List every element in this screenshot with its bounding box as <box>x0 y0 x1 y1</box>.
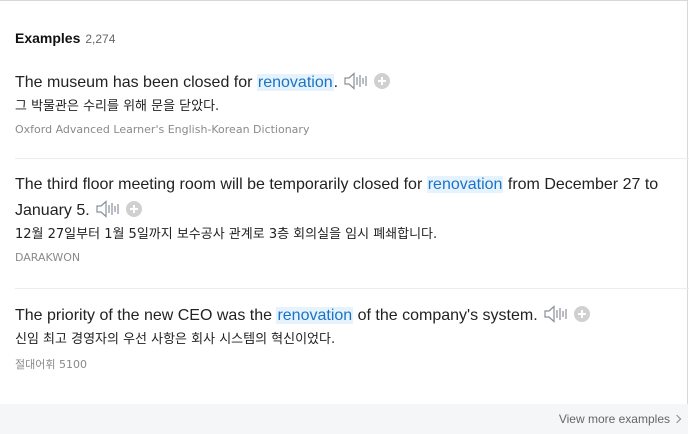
sentence-text-before: The third floor meeting room will be tem… <box>15 176 427 193</box>
speaker-sound-icon[interactable] <box>96 199 120 218</box>
example-translation: 신임 최고 경영자의 우선 사항은 회사 시스템의 혁신이었다. <box>15 332 336 347</box>
example-sentence: The museum has been closed for renovatio… <box>15 70 680 96</box>
examples-title: Examples <box>15 30 81 46</box>
keyword-highlight[interactable]: renovation <box>256 74 334 91</box>
example-item: The museum has been closed for renovatio… <box>0 70 688 136</box>
divider <box>15 288 689 289</box>
keyword-highlight[interactable]: renovation <box>276 307 354 324</box>
plus-circle-icon[interactable] <box>573 305 590 322</box>
sentence-text-after: . <box>333 74 339 91</box>
speaker-sound-icon[interactable] <box>344 71 368 90</box>
example-translation: 그 박물관은 수리를 위해 문을 닫았다. <box>15 99 220 114</box>
examples-header: Examples 2,274 <box>15 30 115 46</box>
example-source: Oxford Advanced Learner's English-Korean… <box>15 123 310 136</box>
view-more-label: View more examples <box>558 412 670 426</box>
example-source: DARAKWON <box>15 251 81 264</box>
example-translation: 12월 27일부터 1월 5일까지 보수공사 관계로 3층 회의실을 임시 폐쇄… <box>15 227 438 242</box>
example-source: 절대어휘 5100 <box>15 358 87 371</box>
view-more-examples-link[interactable]: View more examples <box>558 412 682 426</box>
plus-circle-icon[interactable] <box>374 72 391 89</box>
sentence-text-after: of the company's system. <box>353 307 538 324</box>
example-item: The third floor meeting room will be tem… <box>0 172 688 264</box>
chevron-right-icon <box>672 414 682 424</box>
examples-count: 2,274 <box>85 32 116 46</box>
keyword-highlight[interactable]: renovation <box>426 176 504 193</box>
examples-footer: View more examples <box>0 404 688 434</box>
divider <box>15 158 689 159</box>
example-sentence: The third floor meeting room will be tem… <box>15 172 680 224</box>
sentence-text-before: The museum has been closed for <box>15 74 257 91</box>
plus-circle-icon[interactable] <box>125 200 142 217</box>
sentence-text-before: The priority of the new CEO was the <box>15 307 277 324</box>
speaker-sound-icon[interactable] <box>544 304 568 323</box>
example-item: The priority of the new CEO was the reno… <box>0 303 688 372</box>
example-sentence: The priority of the new CEO was the reno… <box>15 303 680 329</box>
